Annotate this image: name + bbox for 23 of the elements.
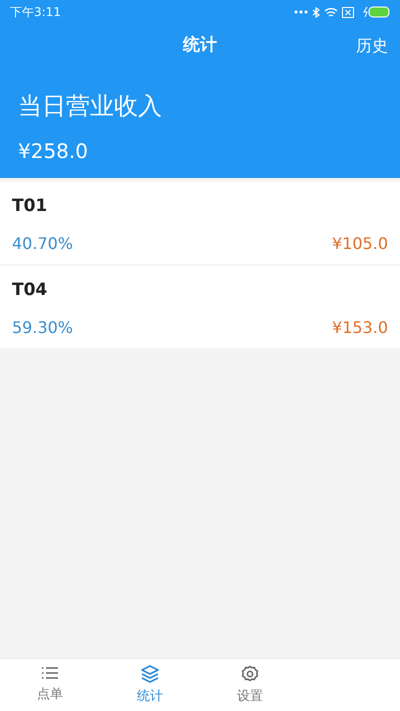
page-title: 统计 — [183, 34, 217, 58]
revenue-row[interactable]: T04 59.30% ¥153.0 — [0, 266, 400, 348]
nav-tab[interactable]: 设置 — [200, 659, 300, 711]
revenue-label: 当日营业收入 — [18, 91, 163, 122]
nav-tab[interactable]: 点单 — [0, 659, 100, 711]
nav-tab[interactable]: 统计 — [100, 659, 200, 711]
revenue-row[interactable]: T01 40.70% ¥105.0 — [0, 182, 400, 264]
table-name: T01 — [12, 195, 48, 218]
row-amount: ¥153.0 — [332, 316, 388, 338]
row-amount: ¥105.0 — [332, 232, 388, 254]
sim-icon — [342, 6, 354, 18]
share-percent: 59.30% — [12, 316, 74, 338]
wifi-icon — [324, 6, 338, 18]
share-percent: 40.70% — [12, 232, 74, 254]
revenue-amount: ¥258.0 — [18, 138, 89, 165]
bluetooth-icon — [312, 6, 320, 18]
layers-icon — [140, 665, 160, 683]
more-icon — [294, 10, 308, 14]
history-link[interactable]: 历史 — [356, 34, 388, 58]
status-time: 下午3:11 — [10, 4, 61, 21]
list-icon — [41, 665, 59, 681]
table-name: T04 — [12, 279, 48, 302]
settings-icon — [241, 665, 259, 683]
